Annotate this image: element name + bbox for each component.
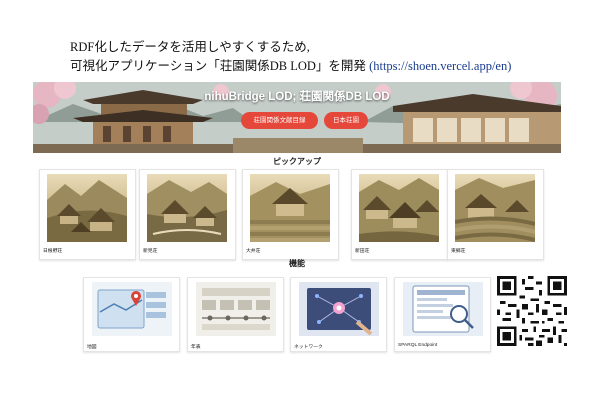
feature-label: ネットワーク (294, 345, 323, 350)
village-illustration (250, 174, 330, 242)
village-illustration (47, 174, 127, 242)
hero-banner: nihuBridge LOD; 荘園関係DB LOD 荘園関係文献目録 日本荘園 (33, 82, 561, 153)
network-icon (299, 282, 379, 336)
pickup-card-nittasho[interactable]: 新田荘 (351, 169, 448, 260)
feature-card-sparql[interactable]: SPARQL Endpoint (394, 277, 491, 352)
caption-line-2-text: 可視化アプリケーション「荘園関係DB LOD」を開発 (70, 59, 370, 73)
village-illustration (455, 174, 535, 242)
pickup-label: 新田荘 (355, 249, 370, 254)
feature-card-network[interactable]: ネットワーク (290, 277, 387, 352)
pickup-card-togosho[interactable]: 東郷荘 (447, 169, 544, 260)
caption-line-2: 可視化アプリケーション「荘園関係DB LOD」を開発 (https://shoe… (70, 57, 570, 76)
sparql-icon (403, 282, 483, 336)
feature-label: SPARQL Endpoint (398, 343, 438, 348)
bibliography-button[interactable]: 荘園関係文献目録 (241, 112, 318, 129)
village-illustration (147, 174, 227, 242)
feature-card-timeline[interactable]: 年表 (187, 277, 284, 352)
pickup-label: 新見荘 (143, 249, 158, 254)
pickup-card-hinenosho[interactable]: 日根野荘 (39, 169, 136, 260)
map-icon (92, 282, 172, 336)
website-screenshot: nihuBridge LOD; 荘園関係DB LOD 荘園関係文献目録 日本荘園… (33, 82, 561, 352)
site-title: nihuBridge LOD; 荘園関係DB LOD (204, 91, 390, 103)
pickup-heading: ピックアップ (273, 157, 321, 166)
caption-url-link[interactable]: (https://shoen.vercel.app/en) (369, 59, 511, 73)
feature-card-map[interactable]: 地図 (83, 277, 180, 352)
pickup-label: 大井荘 (246, 249, 261, 254)
village-illustration (359, 174, 439, 242)
pickup-label: 日根野荘 (43, 249, 63, 254)
caption-line-1: RDF化したデータを活用しやすくするため, (70, 40, 310, 54)
japan-shoen-button[interactable]: 日本荘園 (324, 112, 368, 129)
feature-label: 地図 (87, 345, 97, 350)
qr-code (497, 276, 567, 346)
pickup-card-ooisho[interactable]: 大井荘 (242, 169, 339, 260)
timeline-icon (196, 282, 276, 336)
slide-caption: RDF化したデータを活用しやすくするため, 可視化アプリケーション「荘園関係DB… (70, 38, 570, 76)
feature-label: 年表 (191, 345, 201, 350)
features-heading: 機能 (289, 259, 305, 268)
pickup-label: 東郷荘 (451, 249, 466, 254)
pickup-card-niimisho[interactable]: 新見荘 (139, 169, 236, 260)
